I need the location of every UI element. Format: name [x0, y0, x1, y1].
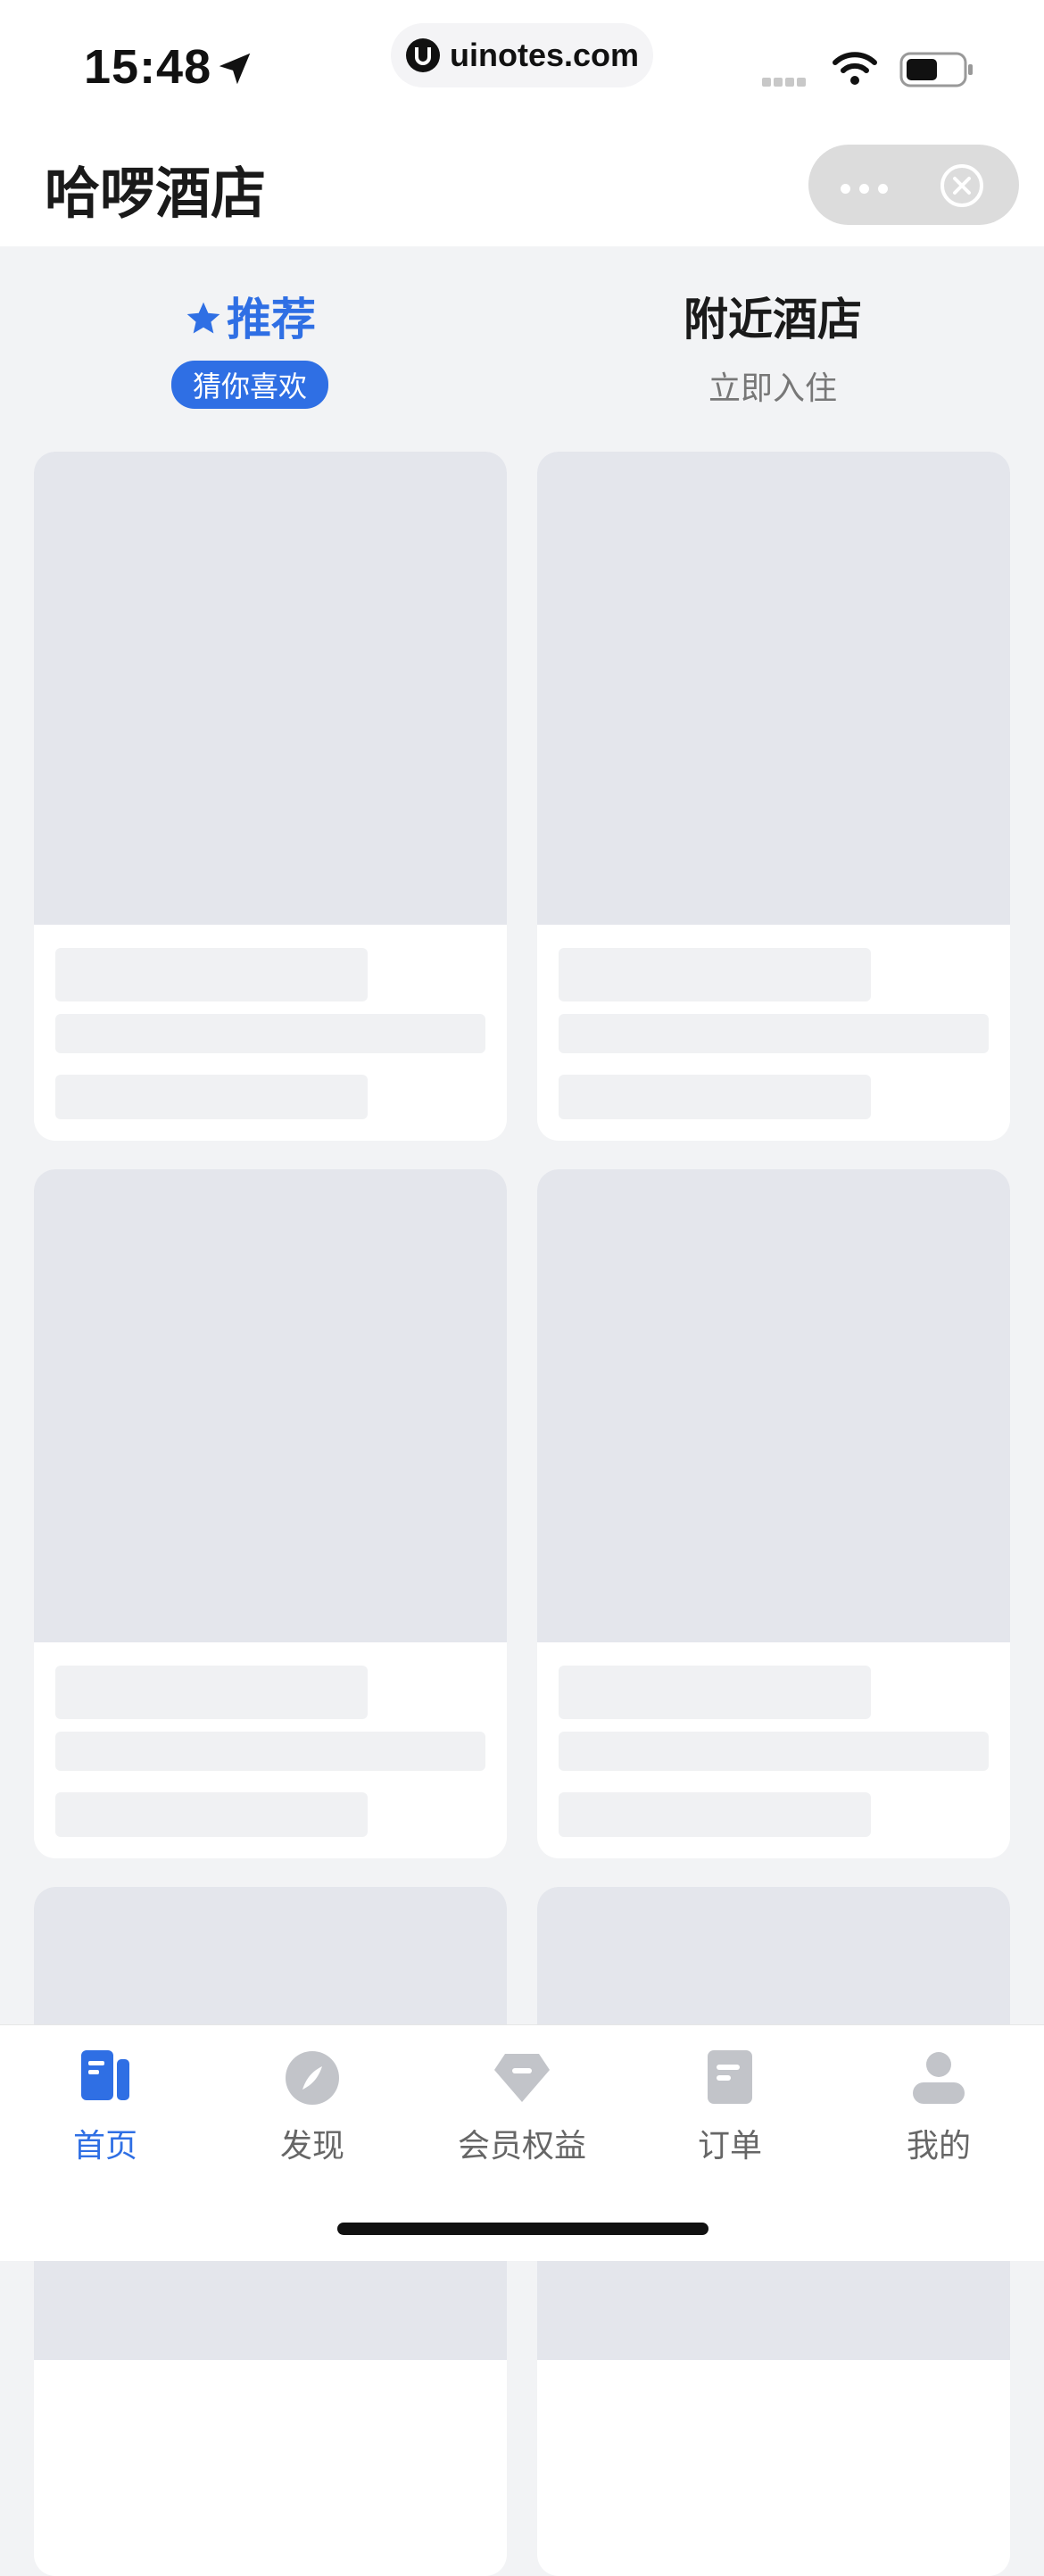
tab-nearby-subtitle: 立即入住 [708, 370, 837, 407]
text-placeholder [55, 1732, 485, 1771]
text-placeholder [559, 1075, 871, 1119]
nav-member-benefits[interactable]: 会员权益 [451, 2048, 593, 2166]
cellular-signal-icon [762, 73, 808, 90]
more-icon[interactable] [841, 180, 897, 197]
compass-icon [286, 2051, 339, 2105]
site-logo-icon [405, 38, 440, 72]
star-icon [186, 302, 220, 334]
nav-mine[interactable]: 我的 [867, 2048, 1010, 2166]
hotel-card-skeleton[interactable] [537, 1169, 1010, 1858]
image-placeholder [537, 452, 1010, 925]
text-placeholder [559, 1014, 989, 1053]
nav-orders-label: 订单 [697, 2128, 762, 2165]
wifi-icon [833, 52, 877, 85]
text-placeholder [559, 1666, 871, 1719]
nav-discover-label: 发现 [279, 2128, 344, 2165]
nav-discover[interactable]: 发现 [241, 2048, 384, 2166]
nav-home-label: 首页 [72, 2128, 137, 2165]
order-icon [708, 2050, 752, 2104]
hotel-card-skeleton[interactable] [34, 452, 507, 1141]
home-indicator[interactable] [337, 2223, 708, 2235]
status-time: 15:48 [84, 40, 212, 94]
page-title: 哈啰酒店 [45, 161, 267, 226]
tab-recommend-badge: 猜你喜欢 [170, 361, 328, 409]
top-bar: 15:48 uinotes.com 哈啰酒店 [0, 0, 1044, 246]
text-placeholder [55, 1075, 368, 1119]
nav-member-label: 会员权益 [457, 2128, 586, 2165]
tab-nearby-hotels[interactable]: 附近酒店 立即入住 [639, 284, 907, 409]
text-placeholder [559, 948, 871, 1001]
text-placeholder [55, 1792, 368, 1837]
image-placeholder [537, 1169, 1010, 1642]
home-icon [81, 2050, 129, 2100]
nav-home[interactable]: 首页 [34, 2048, 177, 2166]
text-placeholder [55, 1014, 485, 1053]
mini-program-capsule [808, 145, 1019, 225]
tab-nearby-label: 附近酒店 [684, 294, 862, 345]
diamond-icon [494, 2054, 550, 2102]
tab-recommend-label: 推荐 [227, 294, 316, 345]
url-text: uinotes.com [449, 37, 640, 73]
hotel-card-skeleton[interactable] [34, 1169, 507, 1858]
url-pill[interactable]: uinotes.com [391, 23, 653, 87]
text-placeholder [55, 1666, 368, 1719]
hotel-card-skeleton[interactable] [537, 452, 1010, 1141]
nav-orders[interactable]: 订单 [659, 2048, 801, 2166]
text-placeholder [559, 1732, 989, 1771]
location-arrow-icon [219, 53, 251, 85]
image-placeholder [34, 1169, 507, 1642]
user-icon [913, 2052, 965, 2104]
tab-recommend[interactable]: 推荐 猜你喜欢 [116, 284, 384, 409]
battery-icon [899, 52, 973, 87]
text-placeholder [55, 948, 368, 1001]
image-placeholder [34, 452, 507, 925]
text-placeholder [559, 1792, 871, 1837]
nav-mine-label: 我的 [906, 2128, 971, 2165]
close-icon[interactable] [939, 162, 985, 209]
